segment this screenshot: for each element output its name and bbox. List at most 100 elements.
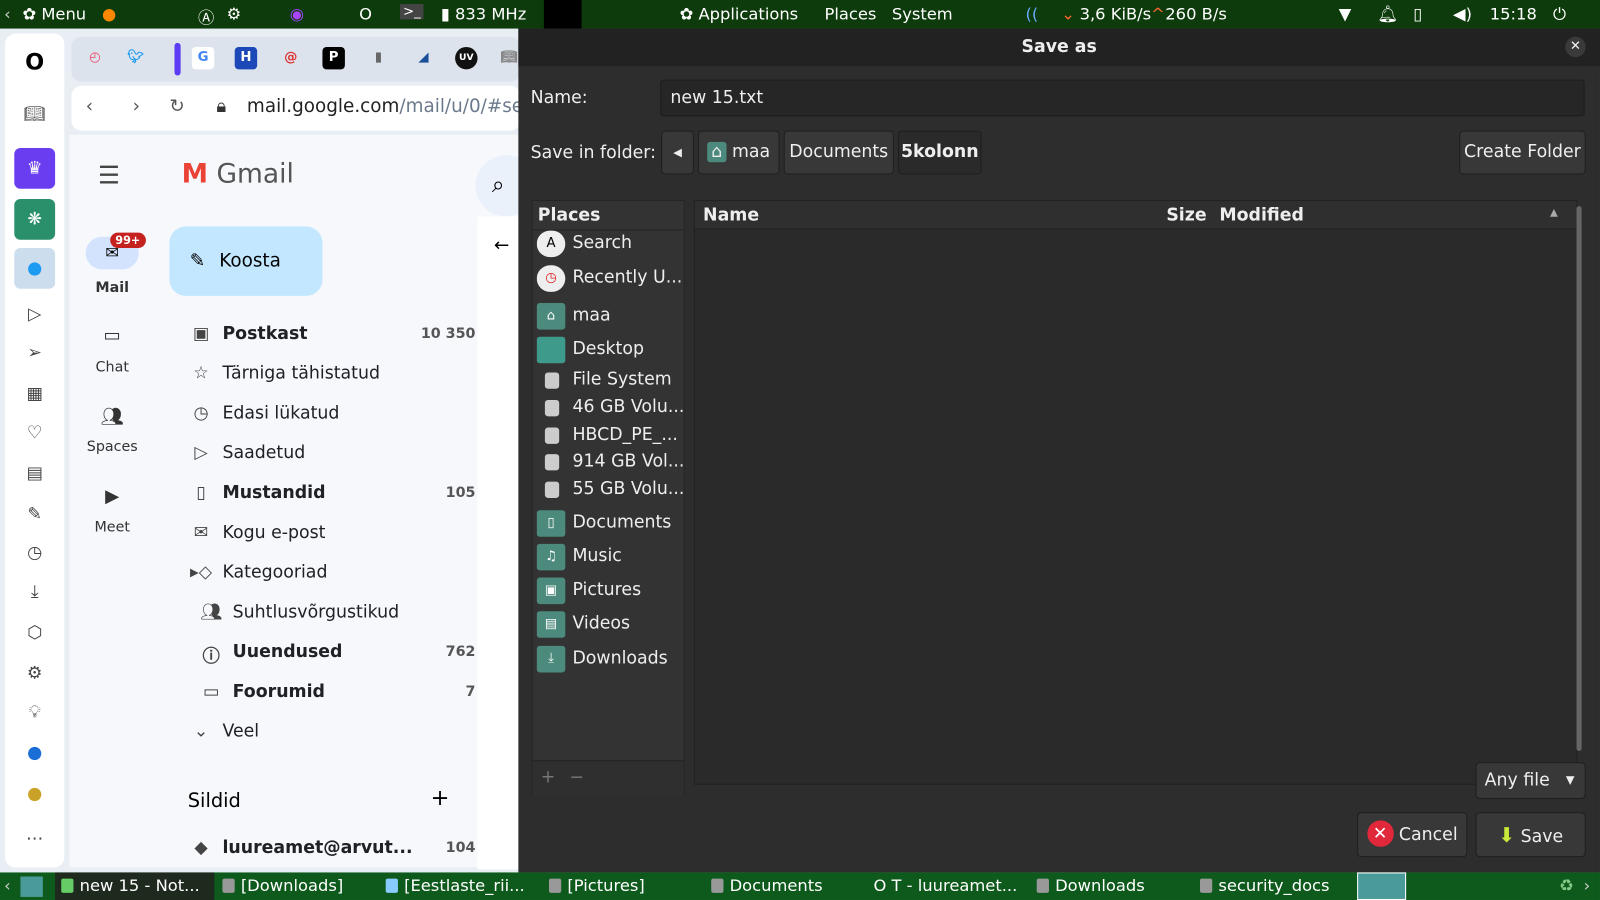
remove-place-button[interactable]: − [569,767,584,787]
place-videos[interactable]: ▤ Videos [536,610,685,641]
tab-doc-icon[interactable]: ▮ [367,47,389,69]
add-label-icon[interactable]: + [431,786,450,812]
task-eestlaste[interactable]: [Eestlaste_rii... [385,876,525,895]
path-5kolonn[interactable]: 5kolonn [897,130,982,175]
volume-icon[interactable]: ◀) [1453,4,1472,23]
tab-reader-icon[interactable]: 📖︎ [498,47,520,69]
search-launcher-icon[interactable]: Ⓐ [198,4,214,28]
place-pictures[interactable]: ▣ Pictures [536,577,685,608]
crown-icon[interactable]: ♛ [14,147,56,189]
opera-icon[interactable]: O [359,4,372,23]
place-55gb[interactable]: 55 GB Volu... [537,476,685,507]
place-downloads[interactable]: ⤓ Downloads [536,645,685,676]
terminal-icon[interactable]: >_ [399,4,424,20]
bookmarks-icon[interactable]: 📖︎ [19,99,50,130]
tab-swirl-icon[interactable]: @ [280,47,302,69]
clock[interactable]: 15:18 [1490,4,1537,23]
back-button[interactable]: ‹ [86,96,93,117]
cancel-button[interactable]: ✕ Cancel [1357,812,1468,858]
spaces-icon[interactable]: 👥︎ [69,406,155,427]
path-maa[interactable]: ⌂ maa [697,130,780,175]
place-home[interactable]: ⌂ maa [536,302,685,333]
place-search[interactable]: A Search [536,230,685,261]
add-place-button[interactable]: + [541,767,556,787]
tab-h-icon[interactable]: H [234,46,258,70]
wifi-icon[interactable]: ▼ [1339,4,1352,23]
rail-meet[interactable]: Meet [69,519,155,535]
coin-icon[interactable]: ● [19,779,50,810]
places-menu[interactable]: Places [824,4,876,23]
task-opera[interactable]: O T - luureamet... [873,876,1017,895]
downloads-icon[interactable]: ⤓ [19,577,50,608]
workspace-switcher[interactable] [1357,872,1407,900]
meet-icon[interactable]: ▶ [69,486,155,507]
show-desktop-button[interactable] [20,876,43,897]
settings-icon[interactable]: ⚙ [19,658,50,689]
apps-grid-icon[interactable]: ▦ [19,379,50,410]
file-type-filter[interactable]: Any file ▼ [1475,762,1586,799]
extensions-icon[interactable]: ⬡ [19,617,50,648]
forward-button[interactable]: › [133,96,140,117]
nav-starred[interactable]: ☆ Tärniga tähistatud [190,361,476,392]
history-icon[interactable]: ◷ [19,538,50,569]
path-documents[interactable]: Documents [783,130,894,175]
notification-icon[interactable]: 🔔︎ [1378,4,1399,23]
nav-postkast[interactable]: ▣ Postkast 10 350 [190,321,476,352]
place-recent[interactable]: ◷ Recently U... [536,264,685,295]
nav-more[interactable]: ⌄ Veel [190,719,476,750]
tab-clock-icon[interactable]: ◴ [84,47,106,69]
tor-icon[interactable]: ◉ [290,4,304,23]
system-menu[interactable]: System [892,4,953,23]
send-icon[interactable]: ➢ [19,338,50,369]
more-icon[interactable]: ⋯ [19,823,50,854]
player-icon[interactable]: ▷ [19,299,50,330]
nav-all-mail[interactable]: ✉ Kogu e-post [190,520,476,551]
label-item[interactable]: ◆ luureamet@arvut... 104 [190,836,475,867]
battery-icon[interactable]: ▯ [1413,4,1422,23]
task-notepad[interactable]: new 15 - Not... [55,872,215,900]
power-icon[interactable]: ⏻ [1553,4,1566,24]
nav-categories[interactable]: ▸◇ Kategooriad [190,560,476,591]
tab-uv-icon[interactable]: UV [455,46,478,70]
file-list[interactable]: Name Size Modified ▲ [693,199,1578,785]
lightbulb-icon[interactable]: 💡︎ [19,697,50,728]
task-downloads-2[interactable]: Downloads [1036,876,1145,895]
url-input[interactable]: mail.google.com/mail/u/0/#se [247,96,523,117]
menu-button[interactable]: ✿ Menu [22,4,86,23]
rail-mail[interactable]: Mail [69,280,155,296]
chatgpt-icon[interactable]: ❋ [14,198,56,240]
rail-chat[interactable]: Chat [69,359,155,375]
nav-social[interactable]: 👥︎ Suhtlusvõrgustikud [200,600,486,631]
name-input[interactable]: new 15.txt [660,79,1585,117]
panel-left-arrow[interactable]: ‹ [4,4,11,23]
create-folder-button[interactable]: Create Folder [1459,130,1586,175]
edit-icon[interactable]: ✎ [19,499,50,530]
news-icon[interactable]: ▤ [19,458,50,489]
taskbar-left-arrow[interactable]: ‹ [4,876,11,895]
chat-bubble-icon[interactable]: ● [19,738,50,769]
tab-google-icon[interactable]: G [191,46,215,70]
place-filesystem[interactable]: File System [537,366,685,397]
save-button[interactable]: ⬇ Save [1475,812,1586,858]
close-button[interactable]: ✕ [1565,36,1586,58]
task-documents[interactable]: Documents [711,876,823,895]
place-914gb[interactable]: 914 GB Vol... [537,448,685,479]
column-name[interactable]: Name [703,205,759,225]
column-modified[interactable]: Modified [1219,205,1304,225]
place-documents[interactable]: ▯ Documents [536,509,685,540]
reload-button[interactable]: ↻ [169,96,184,117]
main-menu-icon[interactable]: ☰ [98,161,120,190]
nav-drafts[interactable]: ▯ Mustandid 105 [190,481,475,512]
settings-icon[interactable]: ⚙ [227,4,242,23]
back-arrow-icon[interactable]: ← [494,235,509,256]
scrollbar[interactable] [1576,206,1582,752]
rail-spaces[interactable]: Spaces [69,439,155,455]
nav-forums[interactable]: ▭ Foorumid 7 [200,680,475,711]
task-security-docs[interactable]: security_docs [1199,876,1330,895]
chat-icon[interactable]: ▭ [69,324,155,345]
nav-snoozed[interactable]: ◷ Edasi lükatud [190,401,476,432]
firefox-icon[interactable]: ● [102,4,116,23]
trash-icon[interactable]: ♻ [1559,876,1574,895]
applications-menu[interactable]: ✿ Applications [680,4,799,23]
place-46gb[interactable]: 46 GB Volu... [537,394,685,425]
